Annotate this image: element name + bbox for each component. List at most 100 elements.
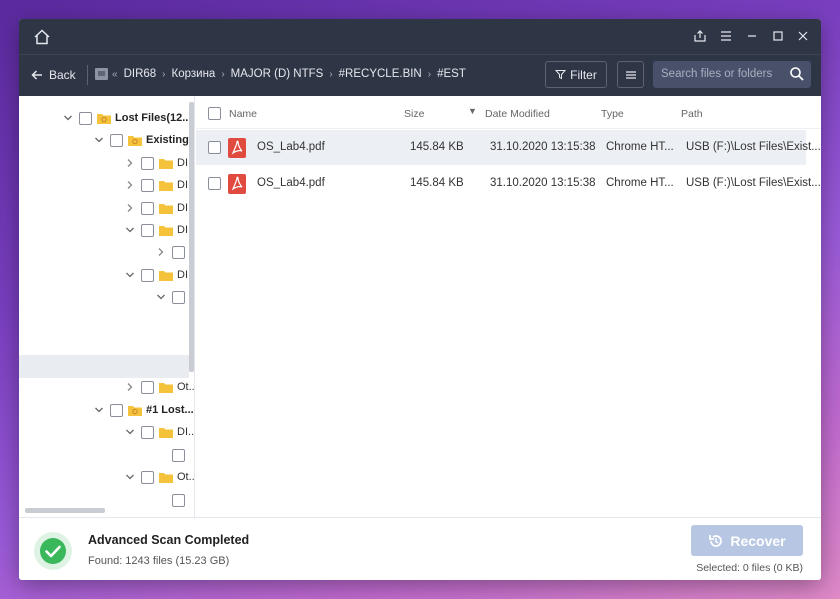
breadcrumb: « DIR68 › Корзина › MAJOR (D) NTFS › #RE… bbox=[94, 67, 470, 81]
checkbox[interactable] bbox=[141, 178, 154, 192]
chevron-right-icon[interactable] bbox=[125, 180, 135, 190]
share-icon[interactable] bbox=[693, 29, 707, 43]
close-icon[interactable] bbox=[796, 29, 810, 43]
list-header: Name Size ▼ Date Modified Type Path bbox=[196, 96, 821, 129]
tree-item-lost-files[interactable]: Lost Files(12... bbox=[63, 108, 191, 128]
tree-item-dir[interactable]: DI... bbox=[125, 220, 194, 240]
drive-icon[interactable] bbox=[94, 67, 110, 81]
crumb-recycle-bin[interactable]: #RECYCLE.BIN bbox=[335, 68, 426, 80]
search-box[interactable] bbox=[653, 61, 811, 88]
tree-item-child[interactable] bbox=[172, 490, 190, 510]
table-row[interactable]: OS_Lab4.pdf 145.84 KB 31.10.2020 13:15:3… bbox=[196, 130, 821, 165]
nav-bar: Back « DIR68 › Корзина › MAJOR (D) NTFS … bbox=[19, 54, 821, 96]
sort-desc-icon[interactable]: ▼ bbox=[468, 106, 477, 116]
chevron-right-icon: › bbox=[329, 68, 333, 80]
file-date: 31.10.2020 13:15:38 bbox=[490, 177, 596, 189]
folder-icon bbox=[159, 180, 173, 191]
column-type[interactable]: Type bbox=[601, 108, 624, 120]
crumb-major-d[interactable]: MAJOR (D) NTFS bbox=[227, 68, 328, 80]
chevron-down-icon[interactable] bbox=[63, 113, 73, 123]
home-icon[interactable] bbox=[33, 28, 51, 46]
view-menu-button[interactable] bbox=[617, 61, 644, 88]
chevron-right-icon[interactable] bbox=[125, 382, 135, 392]
search-input[interactable] bbox=[661, 66, 781, 82]
chevron-right-icon: › bbox=[221, 68, 225, 80]
chevron-down-icon[interactable] bbox=[125, 472, 135, 482]
search-icon[interactable] bbox=[789, 66, 805, 82]
checkbox[interactable] bbox=[110, 403, 123, 417]
back-button[interactable]: Back bbox=[31, 68, 76, 82]
column-size[interactable]: Size bbox=[404, 108, 424, 120]
tree-item-lost-1[interactable]: #1 Lost... bbox=[94, 400, 194, 420]
chevron-right-icon: › bbox=[162, 68, 166, 80]
recover-button[interactable]: Recover bbox=[691, 525, 803, 556]
checkbox[interactable] bbox=[172, 245, 185, 259]
tree-item-dir[interactable]: DI... bbox=[125, 422, 194, 442]
tree-item-child[interactable] bbox=[172, 445, 190, 465]
tree-item-dir[interactable]: DI... bbox=[125, 265, 194, 285]
tree-item-child[interactable] bbox=[156, 287, 190, 307]
filter-icon bbox=[555, 70, 567, 80]
chevron-right-icon[interactable] bbox=[125, 203, 135, 213]
row-checkbox[interactable] bbox=[208, 141, 221, 154]
checkbox[interactable] bbox=[141, 223, 154, 237]
filter-button[interactable]: Filter bbox=[545, 61, 607, 88]
checkbox[interactable] bbox=[141, 380, 154, 394]
column-date-modified[interactable]: Date Modified bbox=[485, 108, 550, 120]
scrollbar-thumb[interactable] bbox=[189, 102, 194, 372]
minimize-icon[interactable] bbox=[745, 29, 759, 43]
crumb-korzina[interactable]: Корзина bbox=[168, 68, 220, 80]
tree-item-existing[interactable]: Existing... bbox=[94, 130, 194, 150]
checkbox[interactable] bbox=[141, 268, 154, 282]
file-date: 31.10.2020 13:15:38 bbox=[490, 141, 596, 153]
divider bbox=[87, 65, 88, 85]
checkbox[interactable] bbox=[172, 290, 185, 304]
chevron-right-icon[interactable] bbox=[125, 158, 135, 168]
checkbox[interactable] bbox=[141, 156, 154, 170]
checkbox[interactable] bbox=[172, 448, 185, 462]
crumb-est[interactable]: #EST bbox=[433, 68, 470, 80]
file-list: Name Size ▼ Date Modified Type Path OS_L… bbox=[196, 96, 821, 517]
chevron-down-icon[interactable] bbox=[125, 225, 135, 235]
chevron-down-icon[interactable] bbox=[156, 292, 166, 302]
file-size: 145.84 KB bbox=[410, 177, 464, 189]
file-path: USB (F:)\Lost Files\Exist... bbox=[686, 177, 821, 189]
checkbox[interactable] bbox=[172, 493, 185, 507]
lost-folder-icon bbox=[128, 405, 142, 416]
tree-item-dir[interactable]: DI... bbox=[125, 198, 194, 218]
chevron-down-icon[interactable] bbox=[94, 135, 104, 145]
chevron-down-icon[interactable] bbox=[94, 405, 104, 415]
folder-icon bbox=[159, 270, 173, 281]
table-row[interactable]: OS_Lab4.pdf 145.84 KB 31.10.2020 13:15:3… bbox=[196, 166, 821, 201]
tree-selected-row[interactable] bbox=[19, 355, 189, 378]
tree-vertical-scrollbar[interactable] bbox=[189, 98, 194, 506]
lost-folder-icon bbox=[97, 113, 111, 124]
filter-label: Filter bbox=[570, 67, 597, 82]
select-all-checkbox[interactable] bbox=[208, 107, 221, 120]
checkbox[interactable] bbox=[110, 133, 123, 147]
menu-icon[interactable] bbox=[719, 29, 733, 43]
checkbox[interactable] bbox=[141, 425, 154, 439]
selection-info: Selected: 0 files (0 KB) bbox=[696, 562, 803, 574]
maximize-icon[interactable] bbox=[771, 29, 785, 43]
column-path[interactable]: Path bbox=[681, 108, 703, 120]
tree-item-child[interactable] bbox=[156, 242, 190, 262]
checkbox[interactable] bbox=[141, 470, 154, 484]
tree-item-dir[interactable]: DI... bbox=[125, 175, 194, 195]
tree-item-other[interactable]: Ot... bbox=[125, 377, 194, 397]
checkbox[interactable] bbox=[79, 111, 92, 125]
crumb-overflow-icon[interactable]: « bbox=[110, 69, 120, 80]
folder-icon bbox=[159, 158, 173, 169]
tree-horizontal-scrollbar[interactable] bbox=[25, 508, 105, 513]
tree-item-other[interactable]: Ot... bbox=[125, 467, 194, 487]
row-checkbox[interactable] bbox=[208, 177, 221, 190]
checkbox[interactable] bbox=[141, 201, 154, 215]
crumb-dir68[interactable]: DIR68 bbox=[120, 68, 161, 80]
tree-item-dir[interactable]: DI... bbox=[125, 153, 194, 173]
chevron-right-icon[interactable] bbox=[156, 247, 166, 257]
file-name: OS_Lab4.pdf bbox=[257, 177, 325, 189]
recover-label: Recover bbox=[730, 532, 786, 549]
chevron-down-icon[interactable] bbox=[125, 270, 135, 280]
chevron-down-icon[interactable] bbox=[125, 427, 135, 437]
column-name[interactable]: Name bbox=[229, 108, 257, 120]
